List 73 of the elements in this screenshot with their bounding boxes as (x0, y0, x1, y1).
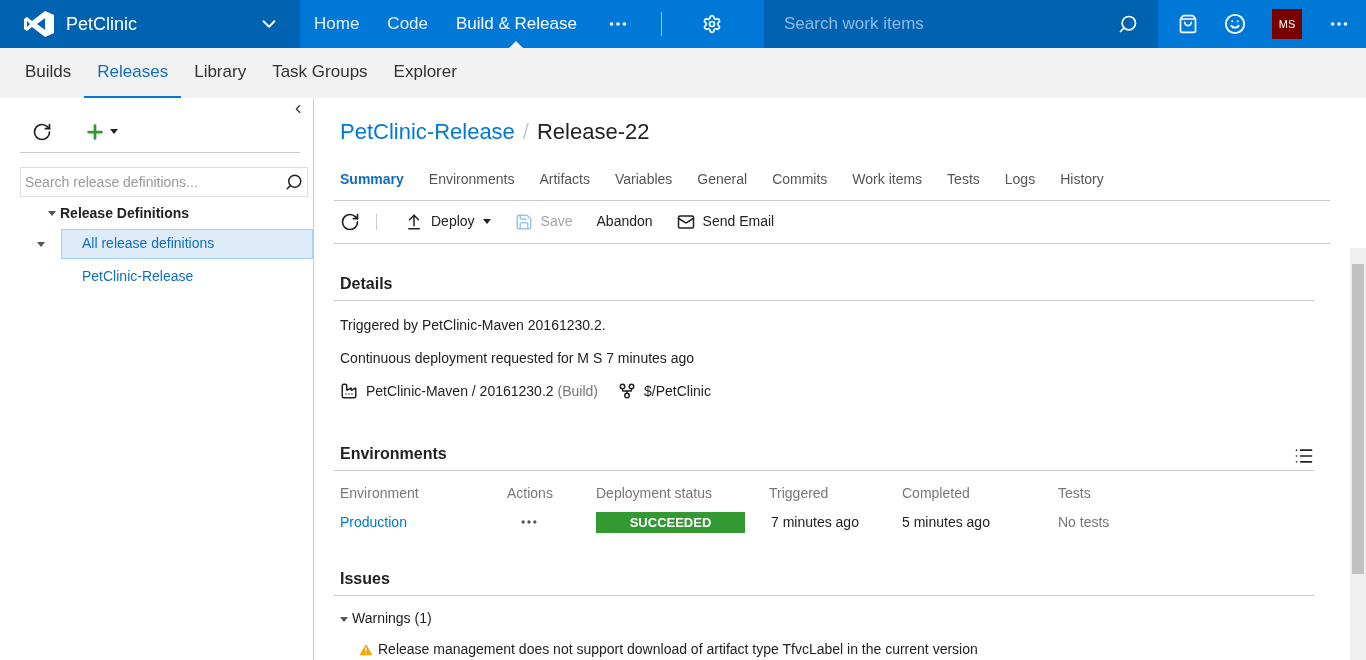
hub-tab[interactable]: Explorer (380, 48, 470, 98)
email-button[interactable]: Send Email (664, 205, 787, 238)
nav-tab[interactable]: Home (300, 0, 374, 48)
section-heading: Issues (334, 567, 1314, 596)
caret-icon (482, 218, 491, 225)
hub-tab[interactable]: Releases (84, 48, 182, 98)
artifact-link[interactable]: PetClinic-Maven / 20161230.2 (366, 380, 554, 402)
deploy-button[interactable]: Deploy (393, 205, 503, 238)
tree-caret-icon[interactable] (36, 239, 45, 248)
hub-tab[interactable]: Builds (12, 48, 85, 98)
project-name: PetClinic (66, 12, 138, 36)
caret-icon[interactable] (340, 614, 348, 623)
add-button[interactable] (84, 121, 118, 143)
plus-icon (84, 121, 106, 143)
abandon-button[interactable]: Abandon (584, 205, 665, 238)
table-cell-text: No tests (1058, 512, 1111, 532)
section-heading: Environments (340, 443, 447, 464)
source-path: $/PetClinic (644, 381, 711, 401)
project-switcher[interactable]: PetClinic (0, 0, 300, 48)
release-tab[interactable]: General (697, 168, 748, 190)
tree-caret-icon[interactable] (48, 209, 56, 217)
release-tab[interactable]: Variables (615, 168, 673, 190)
hub-tab[interactable]: Library (181, 48, 260, 98)
column-header: Triggered (769, 483, 830, 503)
search-field[interactable]: Search work items (784, 11, 1118, 37)
caret-icon (110, 129, 118, 135)
release-title: Release-22 (537, 118, 650, 146)
column-header: Environment (340, 483, 420, 503)
scrollbar[interactable] (1350, 248, 1366, 660)
table-cell-text: 5 minutes ago (902, 512, 991, 532)
nav-tab[interactable]: Code (373, 0, 442, 48)
smiley-icon[interactable] (1224, 13, 1246, 35)
release-tab[interactable]: Summary (340, 168, 404, 190)
table-cell-text: 7 minutes ago (770, 512, 860, 532)
tree-item[interactable]: PetClinic-Release (61, 261, 313, 292)
refresh-icon[interactable] (340, 211, 360, 232)
tree-heading[interactable]: Release Definitions (60, 202, 190, 224)
build-icon (340, 382, 358, 400)
column-header: Actions (507, 483, 554, 503)
tree-item[interactable]: All release definitions (61, 228, 313, 259)
release-tab[interactable]: History (1060, 168, 1104, 190)
release-tab[interactable]: Work items (852, 168, 923, 190)
breadcrumb-separator: / (522, 118, 529, 146)
detail-text: Triggered by PetClinic-Maven 20161230.2. (340, 315, 607, 335)
breadcrumb-link[interactable]: PetClinic-Release (340, 115, 515, 148)
branch-icon (618, 382, 637, 400)
detail-text: Continuous deployment requested for M S 7 minutes ago (340, 348, 696, 368)
status-badge: SUCCEEDED (596, 511, 745, 533)
search-box[interactable]: Search work items (764, 0, 1158, 48)
refresh-icon[interactable] (32, 122, 52, 142)
column-header: Deployment status (596, 483, 713, 503)
release-tab[interactable]: Commits (772, 168, 828, 190)
warning-text: Release management does not support download of artifact type TfvcLabel in the current version (378, 640, 978, 659)
search-icon[interactable] (285, 173, 303, 191)
search-icon[interactable] (1118, 14, 1138, 34)
column-header: Completed (902, 483, 971, 503)
environment-link[interactable]: Production (340, 511, 507, 533)
user-avatar[interactable]: MS (1272, 9, 1302, 39)
section-heading: Details (334, 271, 1314, 301)
hub-tab[interactable]: Task Groups (259, 48, 381, 98)
release-tab[interactable]: Logs (1004, 168, 1036, 190)
release-tab[interactable]: Artifacts (539, 168, 590, 190)
save-icon (514, 212, 533, 231)
column-header: Tests (1058, 483, 1092, 503)
envelope-icon (676, 212, 695, 231)
settings-icon[interactable] (701, 14, 722, 34)
release-tab[interactable]: Environments (428, 168, 515, 190)
shopping-bag-icon[interactable] (1178, 14, 1198, 34)
artifact-type: (Build) (557, 381, 599, 401)
logo-icon (24, 11, 54, 37)
release-tab[interactable]: Tests (947, 168, 980, 190)
deploy-icon (405, 212, 423, 231)
warnings-toggle[interactable]: Warnings (1) (352, 608, 432, 629)
